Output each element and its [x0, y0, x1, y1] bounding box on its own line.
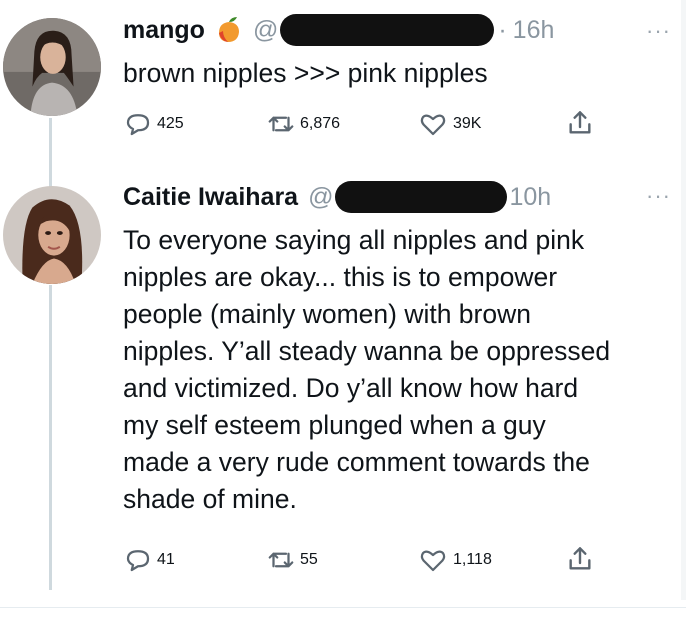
share-icon	[569, 547, 591, 570]
mango-emoji-icon	[213, 15, 243, 45]
like-count: 39K	[453, 115, 482, 132]
tweet-text-line: my self esteem plunged when a guy	[123, 410, 546, 440]
author-name[interactable]: mango	[123, 16, 205, 45]
tweet-time[interactable]: 16h	[513, 16, 555, 45]
share-icon	[569, 111, 591, 134]
thread-connector	[49, 118, 52, 188]
scroll-edge	[681, 0, 686, 600]
handle-redaction	[335, 181, 508, 213]
thread-connector-lower	[49, 285, 52, 590]
tweet-text: To everyone saying all nipples and pink …	[123, 222, 683, 518]
handle-redaction	[280, 14, 495, 46]
like-count: 1,118	[453, 551, 492, 568]
share-button[interactable]	[564, 107, 596, 139]
tweet-thread: mango @ · 16h ··· brown nipples >>> pink…	[0, 0, 686, 618]
tweet-text-line: and victimized. Do y’all know how hard	[123, 373, 579, 403]
author-handle[interactable]: @	[253, 16, 278, 45]
like-button[interactable]: 1,118	[417, 545, 492, 575]
tweet-text-line: made a very rude comment towards the	[123, 447, 590, 477]
like-icon	[420, 114, 446, 136]
divider	[0, 607, 686, 608]
avatar-photo-icon	[3, 186, 101, 284]
retweet-count: 6,876	[300, 115, 341, 132]
more-icon[interactable]: ···	[646, 183, 671, 209]
tweet-text-line: people (mainly women) with brown	[123, 299, 531, 329]
retweet-button[interactable]: 6,876	[266, 109, 340, 139]
tweet-text-line: shade of mine.	[123, 484, 297, 514]
tweet-text-line: nipples are okay... this is to empower	[123, 262, 558, 292]
reply-icon	[126, 550, 150, 572]
retweet-icon	[268, 552, 294, 568]
like-button[interactable]: 39K	[417, 109, 481, 139]
author-name[interactable]: Caitie Iwaihara	[123, 183, 298, 212]
more-icon[interactable]: ···	[646, 18, 671, 44]
author-handle[interactable]: @	[308, 183, 333, 212]
share-button[interactable]	[564, 543, 596, 575]
retweet-button[interactable]: 55	[266, 545, 318, 575]
reply-count: 41	[157, 551, 175, 568]
reply-icon	[126, 114, 150, 136]
tweet-header: mango @ · 16h	[123, 14, 554, 46]
like-icon	[420, 550, 446, 572]
retweet-icon	[268, 116, 294, 132]
tweet-text-line: nipples. Y’all steady wanna be oppressed	[123, 336, 611, 366]
reply-button[interactable]: 41	[123, 545, 175, 575]
reply-count: 425	[157, 115, 184, 132]
tweet-time[interactable]: 10h	[509, 183, 551, 212]
tweet-header: Caitie Iwaihara @ 10h	[123, 181, 551, 213]
tweet-text: brown nipples >>> pink nipples	[123, 58, 488, 88]
retweet-count: 55	[300, 551, 318, 568]
tweet-text-line: To everyone saying all nipples and pink	[123, 225, 585, 255]
avatar-photo-icon	[3, 18, 101, 116]
reply-button[interactable]: 425	[123, 109, 184, 139]
avatar[interactable]	[3, 18, 101, 116]
avatar[interactable]	[3, 186, 101, 284]
